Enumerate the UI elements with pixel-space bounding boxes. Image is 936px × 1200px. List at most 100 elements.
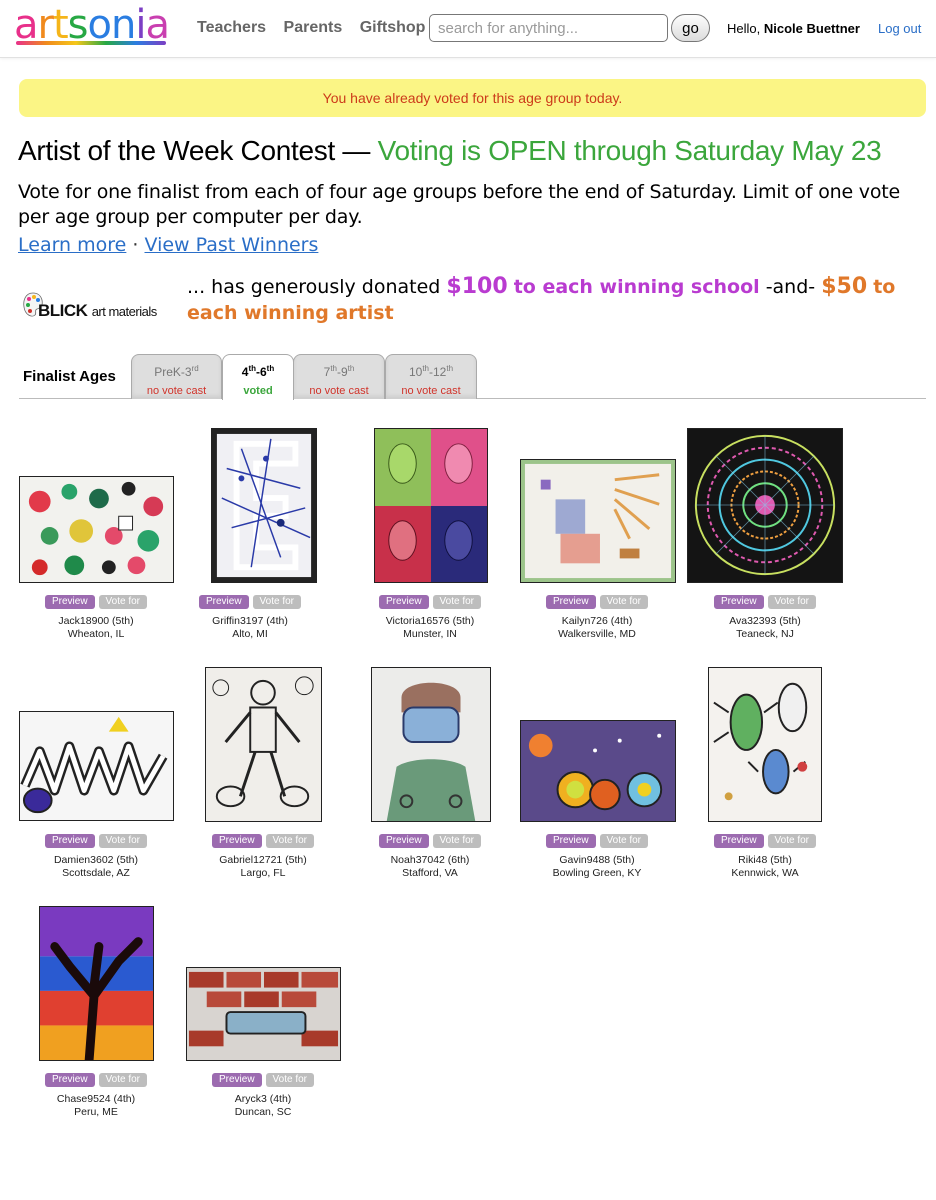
finalist-artwork[interactable] [186, 967, 341, 1061]
preview-button[interactable]: Preview [545, 595, 596, 609]
blick-logo[interactable]: BLICK art materials [22, 289, 176, 325]
finalist-caption: Chase9524 (4th) Peru, ME [16, 1093, 176, 1119]
page-title: Artist of the Week Contest — Voting is O… [18, 135, 882, 167]
vote-for-button[interactable]: Vote for [98, 1073, 148, 1087]
finalist-artwork[interactable] [371, 667, 491, 822]
vote-for-button[interactable]: Vote for [432, 595, 482, 609]
logout-link[interactable]: Log out [878, 21, 921, 36]
finalist-caption: Jack18900 (5th) Wheaton, IL [16, 615, 176, 641]
donation-message: ... has generously donated $100 to each … [187, 274, 927, 326]
site-header: artsonia Teachers Parents Giftshop go He… [0, 0, 936, 58]
tab-4-6[interactable]: 4th-6th voted [222, 354, 294, 400]
finalist-name[interactable]: Gabriel12721 (5th) [183, 854, 343, 867]
finalist-name[interactable]: Griffin3197 (4th) [170, 615, 330, 628]
finalist-caption: Riki48 (5th) Kennwick, WA [685, 854, 845, 880]
user-greeting: Hello, Nicole Buettner [727, 21, 860, 36]
vote-for-button[interactable]: Vote for [265, 1073, 315, 1087]
finalist-caption: Gavin9488 (5th) Bowling Green, KY [517, 854, 677, 880]
nav-giftshop[interactable]: Giftshop [360, 19, 426, 36]
vote-for-button[interactable]: Vote for [767, 595, 817, 609]
tab-status: voted [243, 385, 273, 397]
preview-button[interactable]: Preview [378, 834, 429, 848]
finalist-actions: Preview Vote for [517, 834, 677, 848]
finalist-actions: Preview Vote for [16, 595, 176, 609]
contest-title: Artist of the Week Contest [18, 135, 335, 166]
finalist-artwork[interactable] [19, 711, 174, 821]
finalist-artwork[interactable] [374, 428, 488, 583]
blick-brand: BLICK [38, 301, 88, 320]
search-input[interactable] [429, 14, 668, 42]
finalist-name[interactable]: Ava32393 (5th) [685, 615, 845, 628]
finalist-name[interactable]: Victoria16576 (5th) [350, 615, 510, 628]
tab-status: no vote cast [401, 385, 461, 397]
preview-button[interactable]: Preview [211, 1073, 262, 1087]
tab-prek-3[interactable]: PreK-3rd no vote cast [131, 354, 222, 399]
finalist-name[interactable]: Aryck3 (4th) [183, 1093, 343, 1106]
finalist-name[interactable]: Kailyn726 (4th) [517, 615, 677, 628]
finalist-name[interactable]: Riki48 (5th) [685, 854, 845, 867]
finalist-actions: Preview Vote for [16, 1073, 176, 1087]
vote-for-button[interactable]: Vote for [98, 595, 148, 609]
tab-status: no vote cast [309, 385, 369, 397]
finalist-artwork[interactable] [211, 428, 317, 583]
preview-button[interactable]: Preview [378, 595, 429, 609]
title-separator: — [342, 135, 371, 166]
preview-button[interactable]: Preview [44, 595, 95, 609]
donation-text-1: ... has generously donated [187, 276, 441, 298]
vote-for-button[interactable]: Vote for [767, 834, 817, 848]
finalist-artwork[interactable] [39, 906, 154, 1061]
finalist-caption: Aryck3 (4th) Duncan, SC [183, 1093, 343, 1119]
school-amount: $100 [446, 274, 508, 299]
finalist-artwork[interactable] [687, 428, 843, 583]
nav-parents[interactable]: Parents [284, 19, 343, 36]
finalist-actions: Preview Vote for [685, 595, 845, 609]
search-go-button[interactable]: go [671, 14, 710, 42]
finalist-name[interactable]: Jack18900 (5th) [16, 615, 176, 628]
vote-for-button[interactable]: Vote for [265, 834, 315, 848]
main-nav: Teachers Parents Giftshop [197, 19, 438, 37]
preview-button[interactable]: Preview [44, 1073, 95, 1087]
vote-for-button[interactable]: Vote for [599, 595, 649, 609]
finalist-caption: Gabriel12721 (5th) Largo, FL [183, 854, 343, 880]
finalist-artwork[interactable] [520, 720, 676, 822]
finalist-artwork[interactable] [520, 459, 676, 583]
preview-button[interactable]: Preview [713, 595, 764, 609]
tab-7-9[interactable]: 7th-9th no vote cast [293, 354, 385, 399]
school-prize-text: to each winning school [513, 276, 760, 298]
preview-button[interactable]: Preview [545, 834, 596, 848]
learn-more-link[interactable]: Learn more [18, 234, 126, 256]
finalist-artwork[interactable] [205, 667, 322, 822]
finalist-name[interactable]: Gavin9488 (5th) [517, 854, 677, 867]
finalist-caption: Noah37042 (6th) Stafford, VA [350, 854, 510, 880]
finalist-artwork[interactable] [19, 476, 174, 583]
finalist-artwork[interactable] [708, 667, 822, 822]
finalist-location: Scottsdale, AZ [62, 867, 130, 879]
finalist-location: Bowling Green, KY [552, 867, 642, 879]
vote-for-button[interactable]: Vote for [252, 595, 302, 609]
vote-for-button[interactable]: Vote for [98, 834, 148, 848]
finalist-name[interactable]: Damien3602 (5th) [16, 854, 176, 867]
finalist-actions: Preview Vote for [350, 834, 510, 848]
preview-button[interactable]: Preview [44, 834, 95, 848]
finalist-name[interactable]: Noah37042 (6th) [350, 854, 510, 867]
nav-teachers[interactable]: Teachers [197, 19, 266, 36]
preview-button[interactable]: Preview [713, 834, 764, 848]
finalist-location: Wheaton, IL [67, 628, 125, 640]
finalist-caption: Ava32393 (5th) Teaneck, NJ [685, 615, 845, 641]
preview-button[interactable]: Preview [198, 595, 249, 609]
already-voted-alert: You have already voted for this age grou… [19, 79, 926, 117]
tab-10-12[interactable]: 10th-12th no vote cast [385, 354, 477, 399]
finalist-actions: Preview Vote for [350, 595, 510, 609]
artist-amount: $50 [821, 274, 868, 299]
preview-button[interactable]: Preview [211, 834, 262, 848]
vote-for-button[interactable]: Vote for [432, 834, 482, 848]
finalist-name[interactable]: Chase9524 (4th) [16, 1093, 176, 1106]
contest-intro: Vote for one finalist from each of four … [18, 181, 900, 228]
contest-links: Learn more · View Past Winners [18, 234, 318, 256]
finalist-location: Kennwick, WA [731, 867, 799, 879]
vote-for-button[interactable]: Vote for [599, 834, 649, 848]
finalist-caption: Damien3602 (5th) Scottsdale, AZ [16, 854, 176, 880]
finalist-actions: Preview Vote for [517, 595, 677, 609]
past-winners-link[interactable]: View Past Winners [145, 234, 319, 256]
finalist-caption: Victoria16576 (5th) Munster, IN [350, 615, 510, 641]
